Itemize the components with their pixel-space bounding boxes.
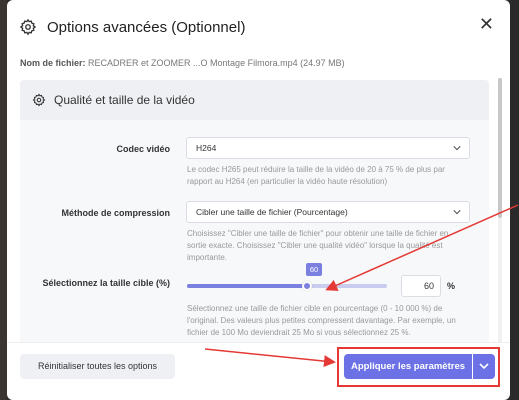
codec-select-value: H264 [196,143,217,153]
chevron-down-icon [479,363,489,370]
section-header: Qualité et taille de la vidéo [20,80,489,120]
apply-options-dropdown[interactable] [473,354,495,379]
gear-icon [32,93,46,107]
gear-icon [19,18,37,36]
slider-thumb[interactable] [302,281,312,291]
compression-select[interactable]: Cibler une taille de fichier (Pourcentag… [186,201,470,223]
section-title: Qualité et taille de la vidéo [54,93,195,107]
file-name-label: Nom de fichier: [20,58,86,68]
target-size-help: Sélectionnez une taille de fichier cible… [187,303,456,339]
reset-options-button[interactable]: Réinitialiser toutes les options [20,354,175,379]
section-body: Codec vidéo H264 Le codec H265 peut rédu… [20,120,489,342]
compression-select-value: Cibler une taille de fichier (Pourcentag… [196,207,348,217]
footer-divider [7,342,510,343]
compression-label: Méthode de compression [61,208,170,218]
codec-help: Le codec H265 peut réduire la taille de … [187,164,445,188]
backdrop-left [0,0,7,400]
apply-settings-button[interactable]: Appliquer les paramètres [344,354,472,379]
close-icon[interactable]: ✕ [479,15,494,33]
chevron-down-icon [453,146,461,151]
advanced-options-dialog: Options avancées (Optionnel) ✕ Nom de fi… [7,0,510,400]
codec-select[interactable]: H264 [186,137,470,159]
slider-fill [187,284,307,288]
compression-help-line: Choisissez "Cibler une taille de fichier… [187,229,449,238]
target-help-line: Sélectionnez une taille de fichier cible… [187,304,443,313]
compression-help: Choisissez "Cibler une taille de fichier… [187,228,448,264]
scrollbar-thumb[interactable] [498,78,502,218]
scrollbar[interactable] [498,78,502,342]
backdrop-right [511,0,519,400]
dialog-title: Options avancées (Optionnel) [47,18,246,36]
target-size-slider[interactable] [187,281,387,291]
slider-value-bubble: 60 [306,263,322,276]
target-help-line: fichier de 100 Mo deviendrait 25 Mo si v… [187,328,411,337]
chevron-down-icon [453,210,461,215]
target-size-label: Sélectionnez la taille cible (%) [42,278,170,288]
target-help-line: l'original. Des valeurs plus petites com… [187,316,456,325]
percent-unit: % [447,281,456,291]
options-scroll-area[interactable]: Qualité et taille de la vidéo Codec vidé… [17,78,490,342]
codec-help-line: Le codec H265 peut réduire la taille de … [187,165,445,174]
target-size-input[interactable]: 60 [401,275,441,297]
compression-help-line: sortie exacte. Choisissez "Cibler une qu… [187,241,443,250]
codec-help-line: rapport au H264 (en particulier la vidéo… [187,177,388,186]
dialog-header: Options avancées (Optionnel) [19,18,245,36]
file-info: Nom de fichier: RECADRER et ZOOMER ...O … [20,58,345,68]
codec-label: Codec vidéo [116,144,170,154]
file-name-value: RECADRER et ZOOMER ...O Montage Filmora.… [88,58,345,68]
